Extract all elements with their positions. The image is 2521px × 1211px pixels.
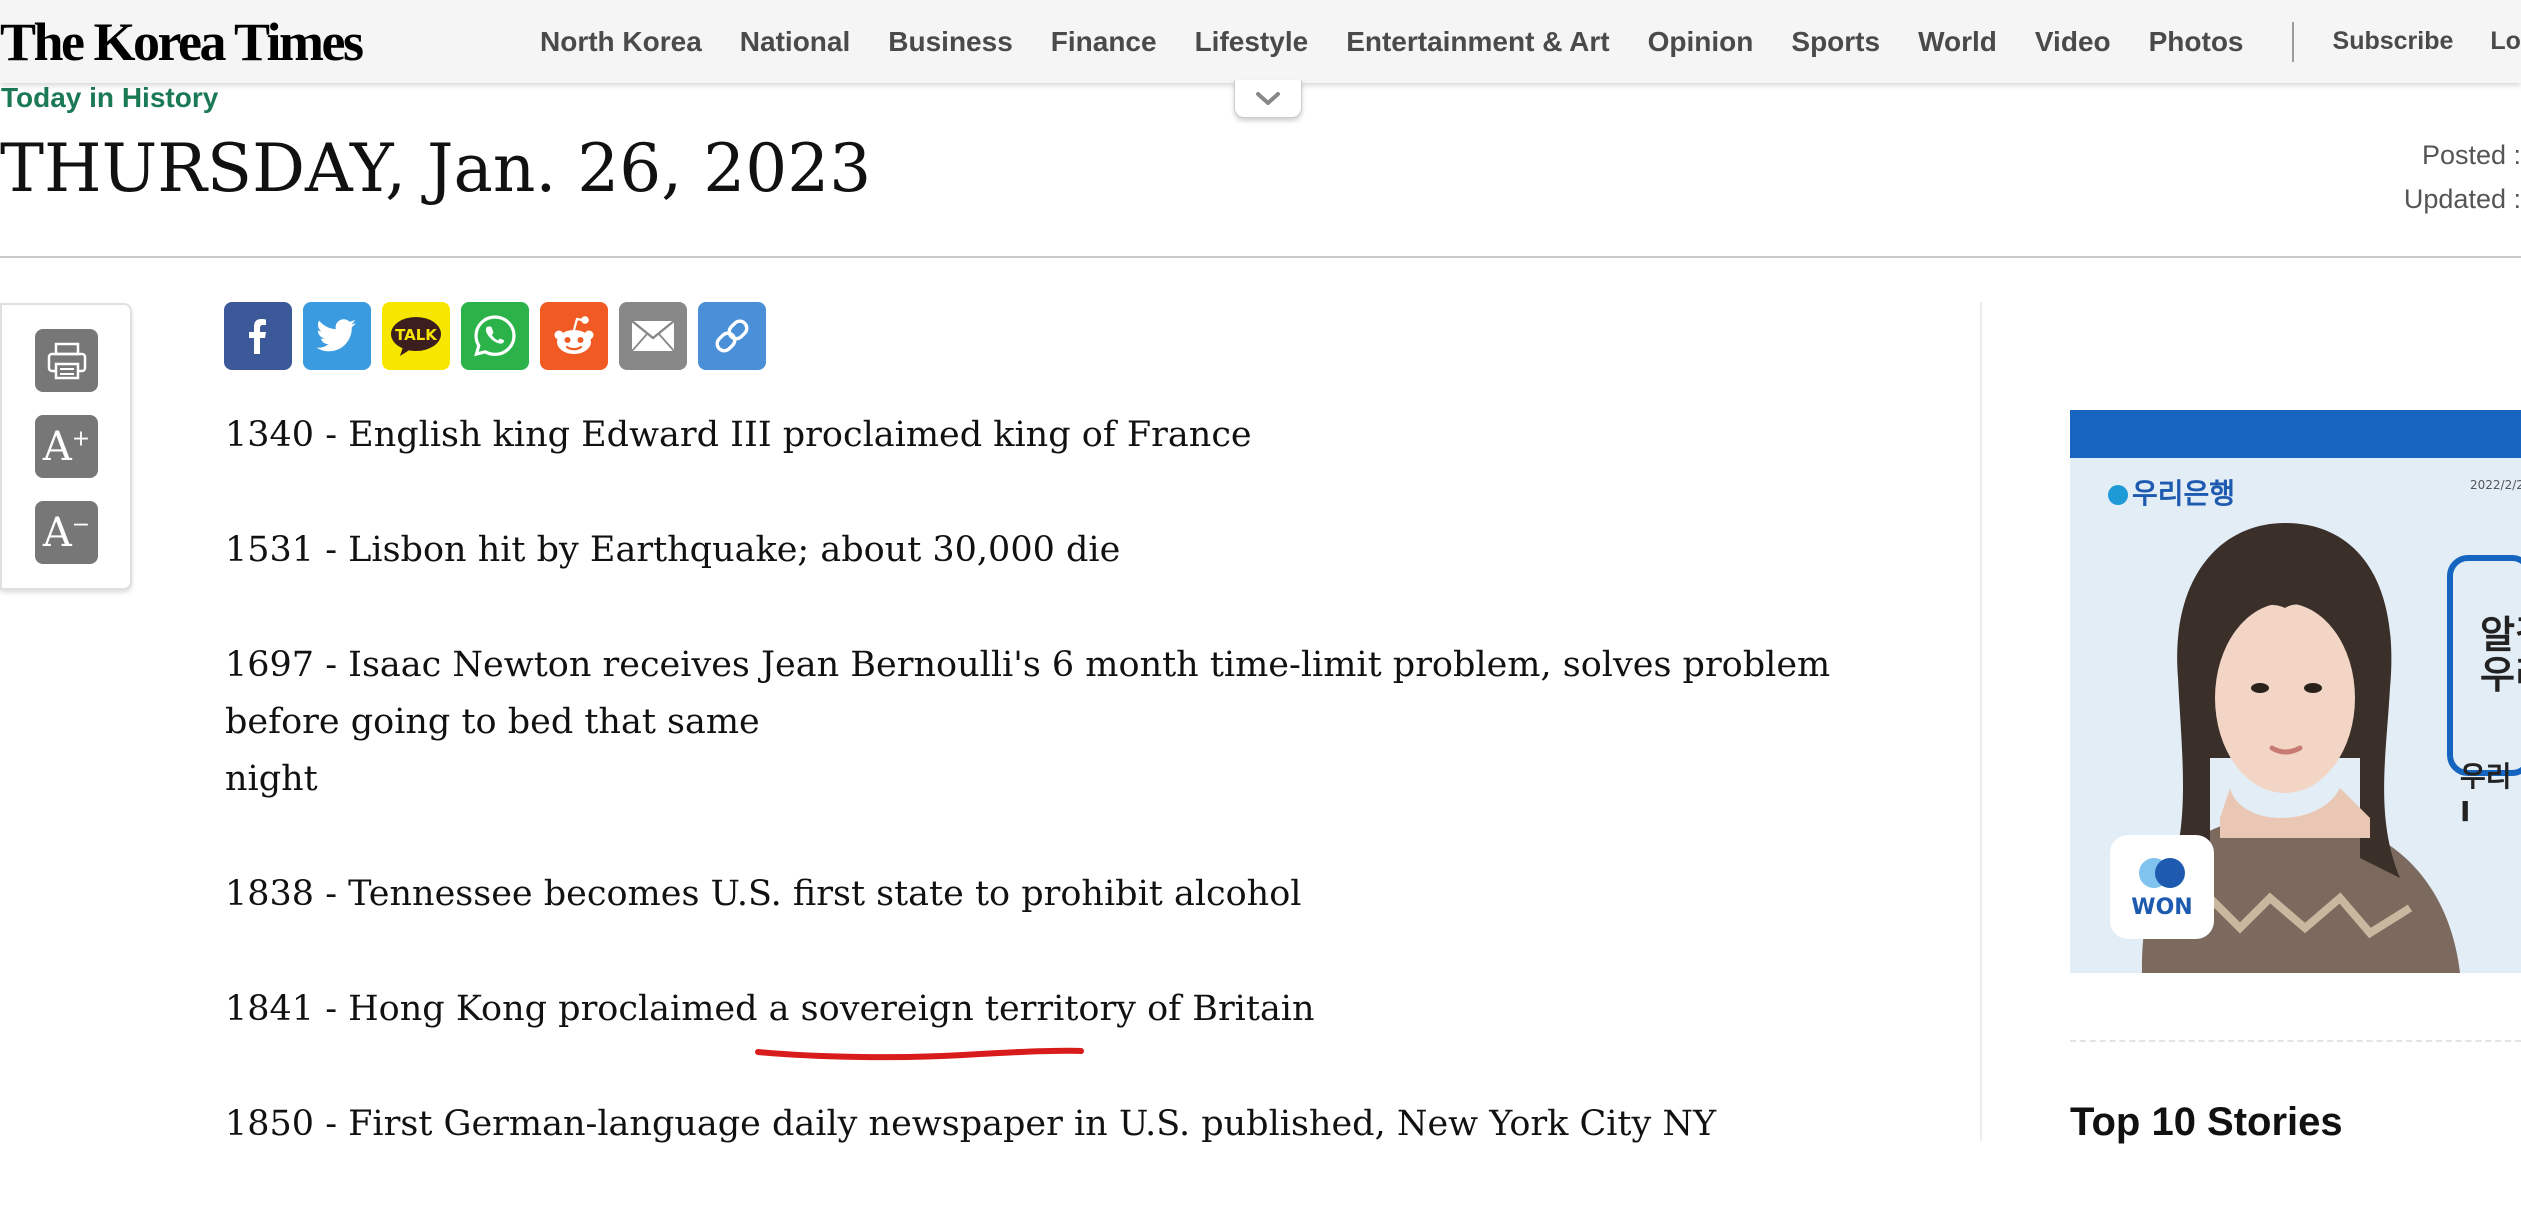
history-entry: 1841 - Hong Kong proclaimed a sovereign …	[225, 989, 1315, 1029]
updated-label: Updated :	[2403, 184, 2521, 214]
ad-subtext: 우리 I	[2460, 760, 2512, 828]
link-icon	[715, 319, 749, 353]
font-decrease-button[interactable]: A−	[35, 501, 98, 564]
header-divider	[0, 256, 2521, 258]
ad-bank-brand: 우리은행	[2108, 472, 2235, 512]
nav-sports[interactable]: Sports	[1791, 26, 1880, 58]
whatsapp-icon	[474, 315, 516, 357]
kakaotalk-icon: TALK	[391, 317, 441, 356]
login-link[interactable]: Log	[2490, 27, 2521, 56]
history-entry: 1531 - Lisbon hit by Earthquake; about 3…	[225, 530, 1121, 570]
won-logo-icon	[2139, 857, 2185, 888]
history-entry: 1838 - Tennessee becomes U.S. first stat…	[225, 874, 1302, 914]
won-app-badge: WON	[2110, 835, 2214, 939]
article-body: 1340 - English king Edward III proclaime…	[225, 407, 1885, 1211]
font-increase-icon: A+	[42, 423, 91, 470]
history-entry: 1697 - Isaac Newton receives Jean Bernou…	[225, 645, 1831, 742]
nav-entertainment-art[interactable]: Entertainment & Art	[1346, 26, 1609, 58]
collapse-header-button[interactable]	[1234, 80, 1302, 118]
history-entry: 1340 - English king Edward III proclaime…	[225, 415, 1252, 455]
copy-link-button[interactable]	[698, 302, 766, 370]
posted-label: Posted :	[2421, 140, 2521, 170]
ad-headline: 알길 우리	[2480, 613, 2521, 697]
svg-text:TALK: TALK	[395, 326, 438, 344]
nav-photos[interactable]: Photos	[2149, 26, 2244, 58]
twitter-icon	[316, 319, 356, 352]
nav-business[interactable]: Business	[888, 26, 1013, 58]
reddit-icon	[554, 316, 594, 354]
sidebar-advertisement[interactable]: 우리은행 2022/2/28 알길 우리 우리 I WON	[2070, 410, 2521, 973]
nav-north-korea[interactable]: North Korea	[540, 26, 702, 58]
subscribe-link[interactable]: Subscribe	[2333, 27, 2454, 56]
nav-finance[interactable]: Finance	[1051, 26, 1157, 58]
red-underline-annotation	[755, 1047, 1084, 1061]
font-decrease-icon: A−	[42, 509, 91, 556]
nav-opinion[interactable]: Opinion	[1648, 26, 1754, 58]
ad-fine-print: 2022/2/28	[2470, 478, 2521, 492]
top-stories-heading: Top 10 Stories	[2070, 1100, 2343, 1144]
share-bar: TALK	[224, 302, 777, 370]
facebook-icon	[249, 319, 266, 354]
nav-national[interactable]: National	[740, 26, 850, 58]
article-tools: A+ A−	[0, 303, 132, 590]
share-facebook-button[interactable]	[224, 302, 292, 370]
top-navigation-bar: The Korea Times North Korea National Bus…	[0, 0, 2521, 83]
font-increase-button[interactable]: A+	[35, 415, 98, 478]
column-divider	[1980, 302, 1982, 1141]
share-whatsapp-button[interactable]	[461, 302, 529, 370]
chevron-down-icon	[1256, 91, 1280, 105]
section-label[interactable]: Today in History	[1, 82, 218, 114]
printer-icon	[47, 342, 86, 379]
share-reddit-button[interactable]	[540, 302, 608, 370]
nav-lifestyle[interactable]: Lifestyle	[1195, 26, 1309, 58]
sidebar-divider	[2070, 1040, 2521, 1042]
history-entry: 1850 - First German-language daily newsp…	[225, 1104, 1717, 1144]
share-kakaotalk-button[interactable]: TALK	[382, 302, 450, 370]
nav-video[interactable]: Video	[2035, 26, 2111, 58]
email-icon	[631, 320, 675, 352]
share-email-button[interactable]	[619, 302, 687, 370]
page-title: THURSDAY, Jan. 26, 2023	[0, 130, 872, 207]
share-twitter-button[interactable]	[303, 302, 371, 370]
history-entry-continuation: night	[225, 759, 318, 799]
nav-divider	[2291, 21, 2294, 62]
main-nav: North Korea National Business Finance Li…	[540, 0, 2521, 83]
bank-logo-icon	[2108, 485, 2128, 505]
ad-top-band	[2070, 410, 2521, 458]
post-meta: Posted : Updated :	[2404, 133, 2521, 221]
nav-world[interactable]: World	[1918, 26, 1997, 58]
site-logo[interactable]: The Korea Times	[0, 8, 364, 76]
print-button[interactable]	[35, 329, 98, 392]
